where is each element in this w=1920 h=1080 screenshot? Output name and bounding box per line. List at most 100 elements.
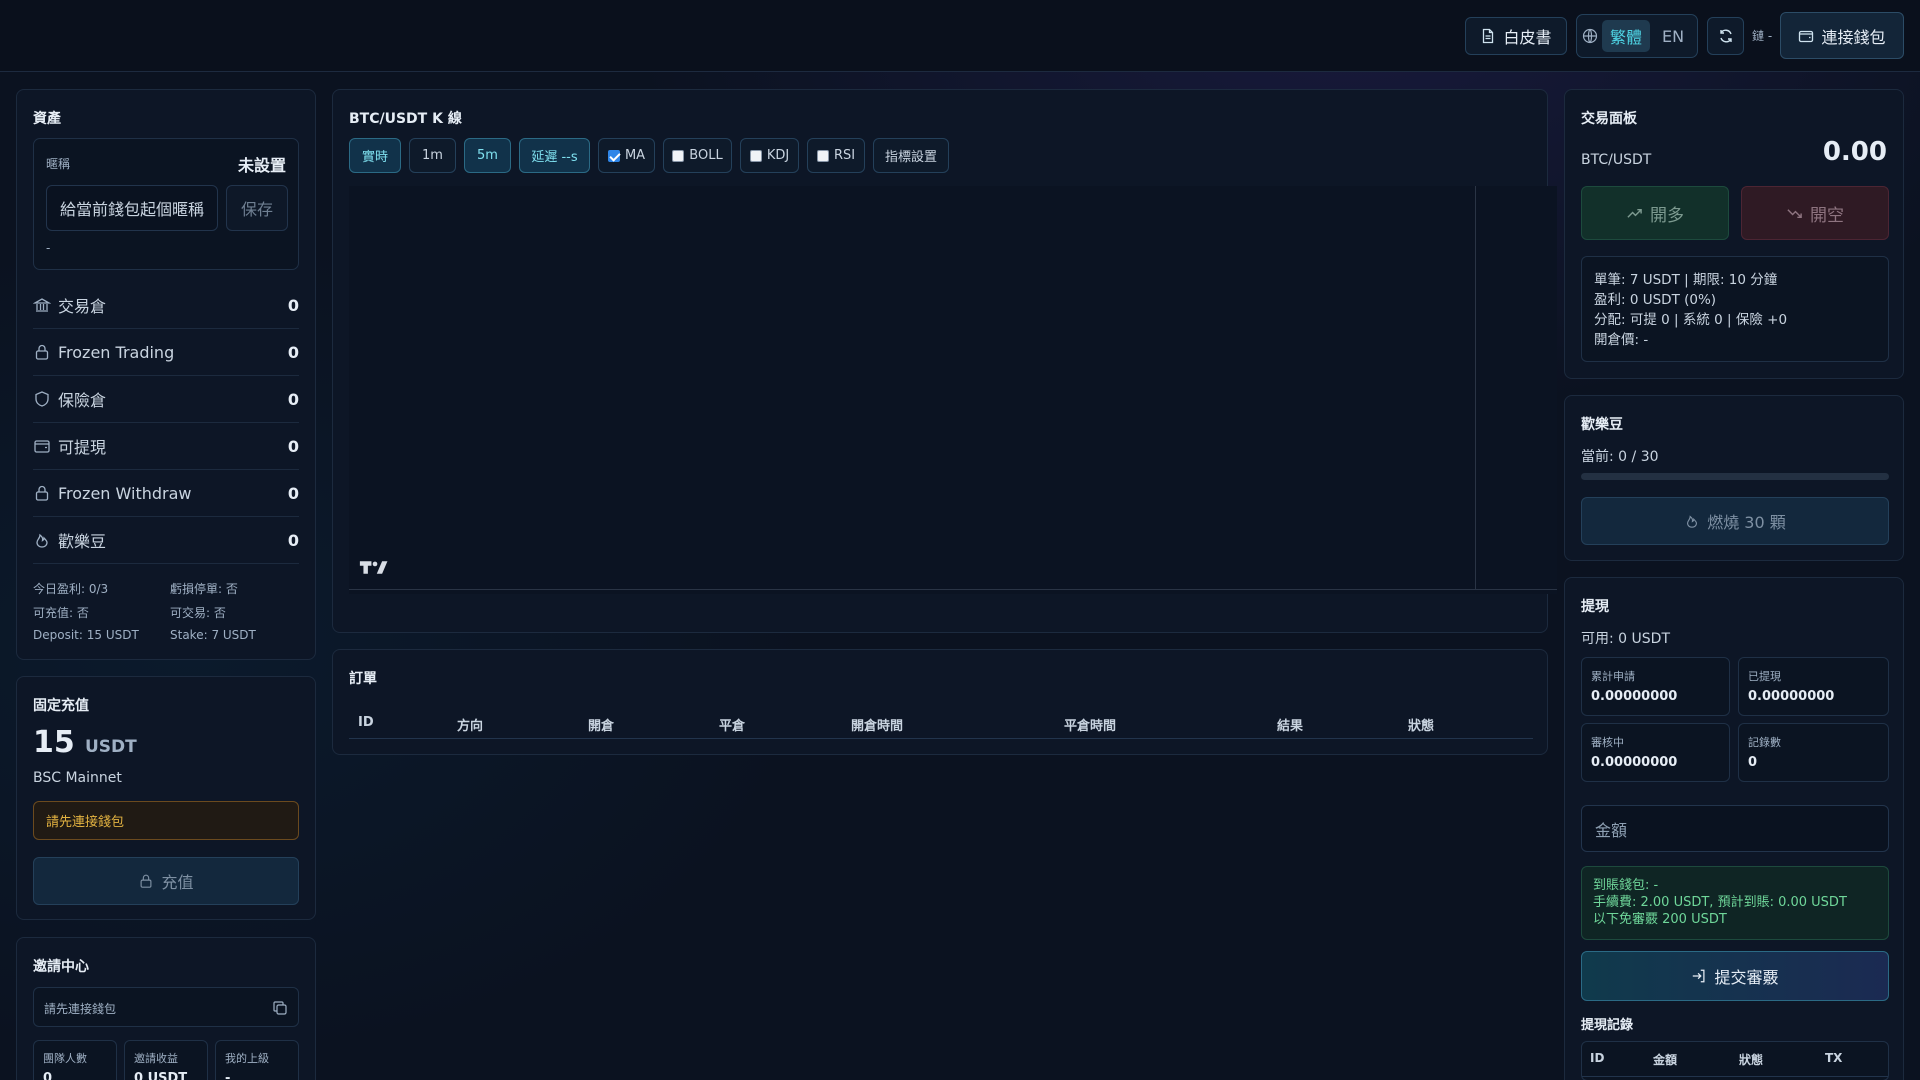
indicator-kdj-toggle[interactable]: KDJ: [740, 138, 799, 173]
fixed-deposit-panel: 固定充值 15 USDT BSC Mainnet 請先連接錢包 充值: [16, 676, 316, 920]
deposit-button[interactable]: 充值: [33, 857, 299, 905]
indicator-label: BOLL: [689, 148, 723, 163]
connect-wallet-button[interactable]: 連接錢包: [1780, 12, 1904, 59]
refresh-button[interactable]: [1707, 17, 1744, 55]
withdraw-card-withdrawn: 已提現 0.00000000: [1738, 657, 1889, 716]
withdraw-card-applied: 累計申請 0.00000000: [1581, 657, 1730, 716]
connect-wallet-label: 連接錢包: [1821, 27, 1886, 47]
shield-icon: [35, 391, 49, 407]
withdraw-notice: 到賬錢包: - 手續費: 2.00 USDT, 預計到賬: 0.00 USDT …: [1581, 866, 1889, 940]
open-long-button[interactable]: 開多: [1581, 186, 1729, 240]
withdraw-card-value: 0: [1748, 755, 1758, 770]
withdraw-panel: 提現 可用: 0 USDT 累計申請 0.00000000 已提現 0.0000…: [1564, 577, 1904, 1080]
document-icon: [1483, 28, 1494, 44]
indicator-rsi-toggle[interactable]: RSI: [807, 138, 865, 173]
asset-label: 交易倉: [58, 297, 107, 316]
asset-value: 0: [287, 295, 299, 315]
checkbox-checked: [607, 149, 620, 162]
orders-col-open: 開倉: [588, 719, 615, 734]
lock-icon: [35, 344, 49, 360]
asset-label: 歡樂豆: [58, 532, 107, 551]
indicator-boll-toggle[interactable]: BOLL: [663, 138, 732, 173]
lang-option-zh[interactable]: 繁體: [1602, 20, 1650, 52]
beans-current: 當前: 0 / 30: [1581, 449, 1659, 465]
invite-card-value: 0: [43, 1071, 53, 1080]
trade-pair: BTC/USDT: [1581, 152, 1652, 168]
asset-value: 0: [287, 342, 299, 362]
invite-card-team: 團隊人數 0: [33, 1040, 117, 1080]
nickname-box: 暱稱 未設置 給當前錢包起個暱稱 保存 -: [33, 138, 299, 270]
trade-info-box: 單筆: 7 USDT | 期限: 10 分鐘 盈利: 0 USDT (0%) 分…: [1581, 256, 1889, 362]
mode-1m-button[interactable]: 1m: [409, 138, 456, 173]
nickname-save-button[interactable]: 保存: [226, 185, 288, 231]
checkbox-unchecked: [816, 149, 829, 162]
stat-can-deposit: 可充值: 否: [33, 606, 89, 620]
assets-title: 資產: [33, 111, 61, 127]
indicator-label: MA: [624, 148, 646, 163]
asset-label: 可提現: [58, 438, 107, 457]
chain-indicator: 鏈 -: [1752, 29, 1773, 43]
invite-card-label: 我的上級: [225, 1052, 269, 1065]
wallet-icon: [34, 440, 50, 453]
nickname-input[interactable]: 給當前錢包起個暱稱: [46, 185, 218, 231]
warning-text: 請先連接錢包: [46, 815, 125, 830]
mode-realtime-button[interactable]: 實時: [349, 138, 401, 173]
language-switcher: 繁體 EN: [1576, 14, 1698, 58]
withdraw-card-value: 0.00000000: [1591, 755, 1678, 770]
open-short-button[interactable]: 開空: [1741, 186, 1889, 240]
burn-beans-label: 燃燒 30 顆: [1707, 513, 1786, 532]
deposit-button-label: 充值: [161, 873, 194, 892]
stat-deposit: Deposit: 15 USDT: [33, 628, 139, 642]
latency-badge: 延遲 --s: [519, 138, 590, 173]
open-long-label: 開多: [1650, 205, 1684, 226]
globe-icon: [1582, 28, 1598, 44]
trade-info-line: 分配: 可提 0 | 系統 0 | 保險 +0: [1594, 312, 1788, 328]
asset-value: 0: [287, 436, 299, 456]
connect-wallet-warning: 請先連接錢包: [33, 801, 299, 840]
invite-card-label: 邀請收益: [134, 1052, 178, 1065]
orders-col-status: 狀態: [1408, 719, 1435, 734]
withdraw-card-label: 已提現: [1748, 670, 1781, 683]
asset-row-frozen-trading: Frozen Trading 0: [33, 329, 299, 376]
records-col-status: 狀態: [1739, 1053, 1764, 1067]
lang-option-en[interactable]: EN: [1653, 20, 1693, 52]
top-bar: 白皮書 繁體 EN 鏈 - 連接錢包: [0, 0, 1920, 72]
withdraw-card-label: 審核中: [1591, 736, 1624, 749]
trade-info-line: 單筆: 7 USDT | 期限: 10 分鐘: [1594, 272, 1778, 288]
asset-row-beans: 歡樂豆 0: [33, 517, 299, 564]
asset-value: 0: [287, 530, 299, 550]
stat-today-profit: 今日盈利: 0/3: [33, 582, 109, 596]
invite-card-earnings: 邀請收益 0 USDT: [124, 1040, 208, 1080]
submit-withdraw-button[interactable]: 提交審覈: [1581, 951, 1889, 1001]
beans-progress-track: [1581, 473, 1889, 480]
asset-row-frozen-withdraw: Frozen Withdraw 0: [33, 470, 299, 517]
copy-icon[interactable]: [272, 1000, 288, 1016]
indicator-settings-button[interactable]: 指標設置: [873, 138, 949, 173]
whitepaper-button[interactable]: 白皮書: [1465, 17, 1567, 55]
invite-panel: 邀請中心 請先連接錢包 團隊人數 0 邀請收益 0 USDT 我的上級 -: [16, 937, 316, 1080]
orders-col-direction: 方向: [457, 719, 484, 734]
nickname-label: 暱稱: [46, 157, 71, 171]
records-col-tx: TX: [1825, 1051, 1843, 1065]
records-header-divider: [1582, 1076, 1888, 1077]
deposit-amount: 15: [33, 725, 75, 760]
withdraw-available: 可用: 0 USDT: [1581, 631, 1670, 647]
tradingview-logo-icon: [359, 561, 388, 574]
checkbox-unchecked: [749, 149, 762, 162]
trending-up-icon: [1627, 208, 1642, 218]
burn-beans-button[interactable]: 燃燒 30 顆: [1581, 497, 1889, 545]
withdraw-card-label: 記錄數: [1748, 736, 1781, 749]
orders-col-id: ID: [358, 715, 374, 730]
withdraw-card-value: 0.00000000: [1748, 689, 1835, 704]
login-arrow-icon: [1693, 969, 1705, 983]
indicator-label: KDJ: [766, 148, 790, 163]
lock-icon: [141, 874, 152, 888]
mode-5m-button[interactable]: 5m: [464, 138, 511, 173]
invite-card-value: 0 USDT: [134, 1071, 188, 1080]
chart-right-axis-divider: [1475, 186, 1476, 589]
indicator-ma-toggle[interactable]: MA: [598, 138, 655, 173]
withdraw-amount-input[interactable]: 金額: [1581, 805, 1889, 852]
withdraw-records-table: ID 金額 狀態 TX: [1581, 1041, 1889, 1080]
asset-label: 保險倉: [58, 391, 107, 410]
kline-chart[interactable]: [349, 186, 1557, 594]
